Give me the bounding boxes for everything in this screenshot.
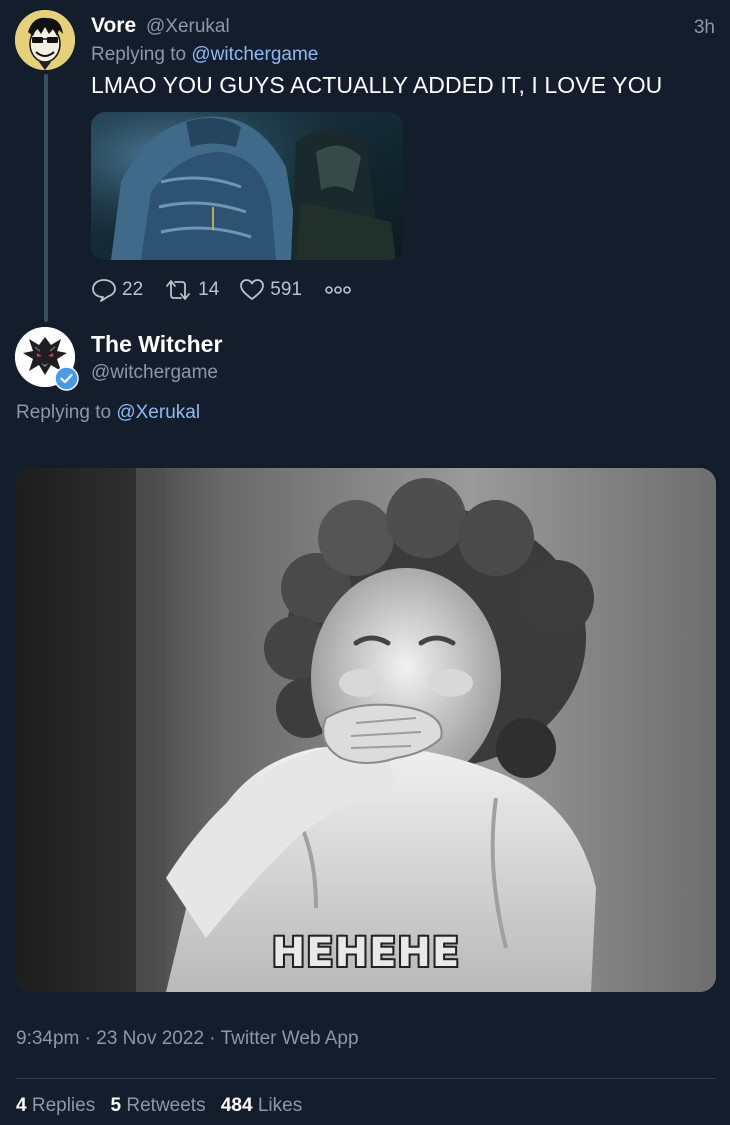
replies-stat[interactable]: 4 Replies [16,1095,95,1116]
retweets-stat[interactable]: 5 Retweets [111,1095,206,1116]
more-dots-icon [325,286,351,294]
more-options-button[interactable] [324,284,352,296]
avatar[interactable] [15,10,75,70]
tweet-date[interactable]: 23 Nov 2022 [96,1028,204,1049]
author-handle[interactable]: @witchergame [91,362,218,384]
tweet-source: Twitter Web App [220,1028,359,1049]
tweet-media-image[interactable] [91,112,403,260]
retweets-label: Retweets [126,1095,206,1116]
replying-prefix: Replying to [91,44,187,65]
thread-connector [44,74,48,322]
meta-separator: · [84,1028,97,1049]
reply-count: 22 [122,279,144,300]
replying-to: Replying to @witchergame [91,44,318,66]
verified-badge [54,366,79,391]
author-handle[interactable]: @Xerukal [146,16,230,37]
reply-header: Vore @Xerukal [91,14,230,38]
mention-link[interactable]: @witchergame [191,44,318,65]
avatar-cartoon-icon [15,10,75,70]
retweet-count: 14 [198,279,220,300]
like-count: 591 [270,279,302,300]
tweet-time[interactable]: 3h [694,17,715,39]
tweet-media-gif[interactable]: HEHEHE [16,468,716,992]
gif-caption: HEHEHE [271,930,461,976]
likes-stat[interactable]: 484 Likes [221,1095,302,1116]
game-screenshot-icon [91,112,403,260]
heart-icon [240,279,265,300]
replying-to: Replying to @Xerukal [16,402,200,424]
verified-check-icon [54,366,79,391]
retweet-button[interactable]: 14 [163,278,219,302]
reply-tweet[interactable]: Vore @Xerukal 3h Replying to @witchergam… [0,0,730,322]
likes-count: 484 [220,1095,253,1116]
tweet-actions: 22 14 591 [91,276,352,304]
laughing-girl-gif-icon [16,468,716,992]
replies-count: 4 [16,1095,27,1116]
likes-label: Likes [257,1095,303,1116]
tweet-text: LMAO YOU GUYS ACTUALLY ADDED IT, I LOVE … [91,72,663,98]
like-button[interactable]: 591 [239,278,302,302]
mention-link[interactable]: @Xerukal [116,402,200,423]
reply-button[interactable]: 22 [91,278,143,302]
author-name[interactable]: Vore [91,14,136,37]
replying-prefix: Replying to [16,402,112,423]
tweet-meta: 9:34pm · 23 Nov 2022 · Twitter Web App [16,1028,359,1050]
author-name[interactable]: The Witcher [91,331,222,358]
replies-label: Replies [31,1095,96,1116]
divider [16,1078,716,1079]
meta-separator: · [209,1028,221,1049]
tweet-stats: 4 Replies 5 Retweets 484 Likes [16,1095,302,1117]
tweet-timestamp[interactable]: 9:34pm [16,1028,79,1049]
reply-bubble-icon [92,279,116,302]
retweet-icon [166,280,191,300]
retweets-count: 5 [110,1095,122,1116]
